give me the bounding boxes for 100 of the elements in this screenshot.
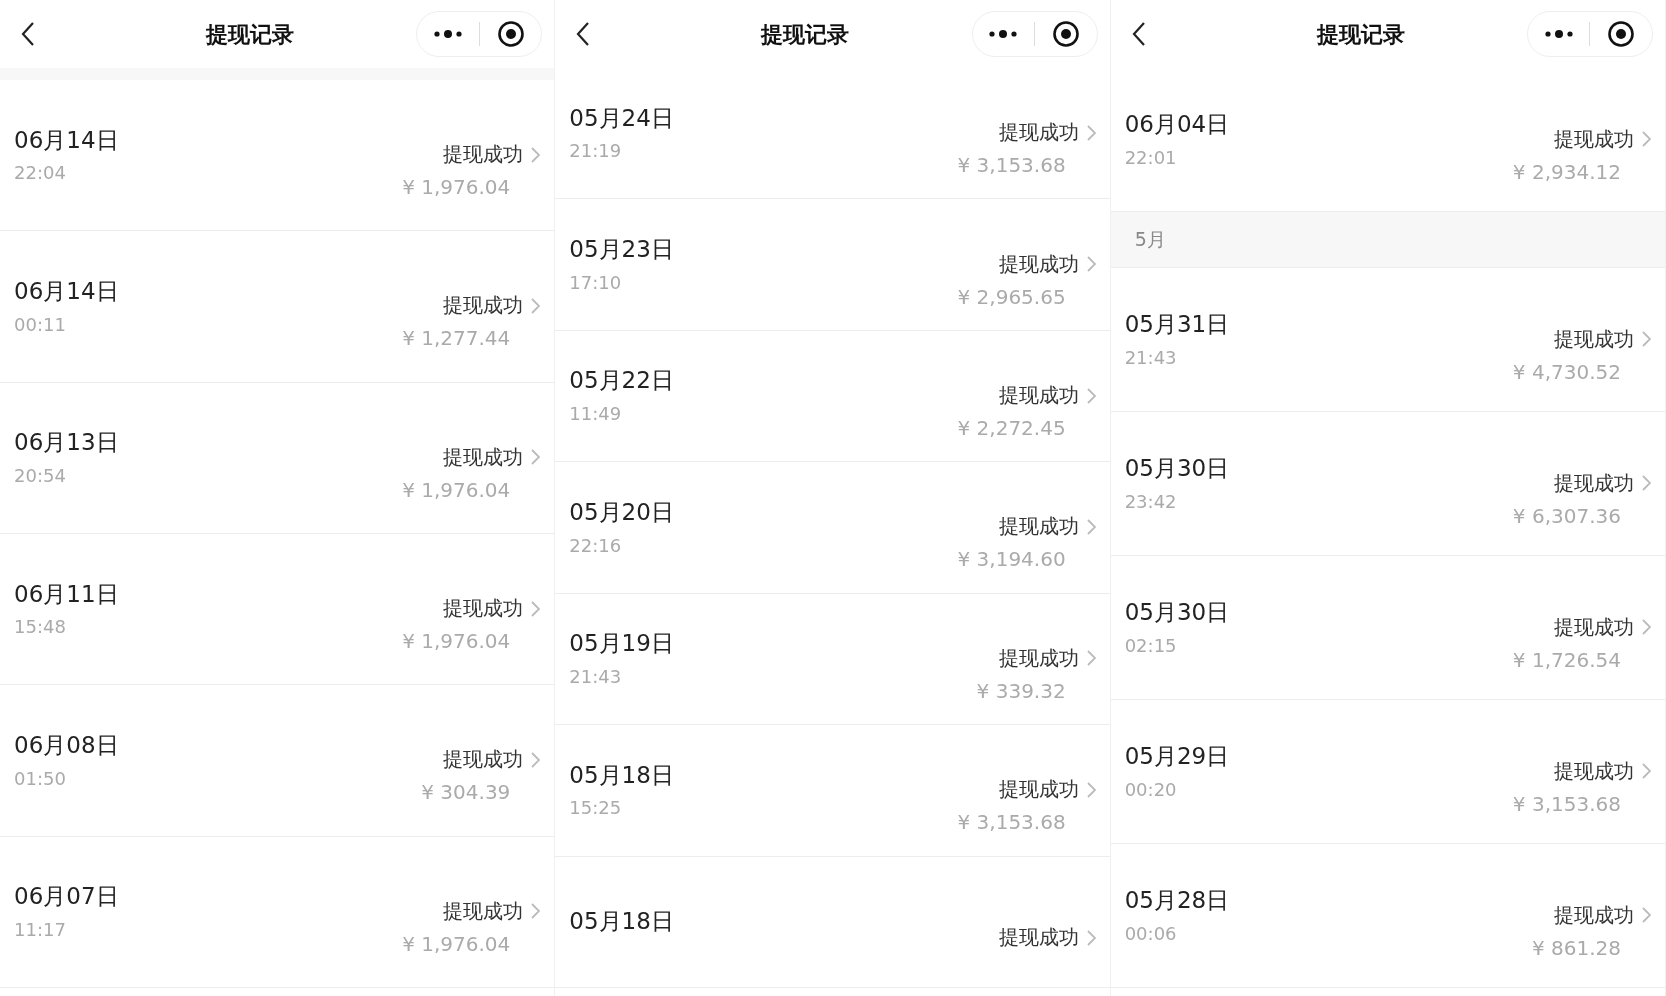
record-time: 22:16 — [569, 534, 623, 558]
record-status: 提现成功 — [443, 142, 524, 168]
target-icon — [496, 20, 525, 48]
chevron-right-icon — [1086, 518, 1096, 535]
record-time: 22:01 — [1124, 146, 1178, 170]
record-time: 11:17 — [14, 918, 67, 942]
record-amount: ¥ 3,194.60 — [957, 547, 1066, 573]
record-amount: ¥ 4,730.52 — [1512, 359, 1621, 385]
record-status: 提现成功 — [998, 251, 1079, 277]
record-date: 06月14日 — [14, 125, 119, 155]
more-icon — [988, 29, 1019, 39]
record-time: 15:25 — [569, 797, 623, 820]
back-icon — [21, 21, 35, 47]
record-time: 00:11 — [14, 313, 67, 337]
back-icon — [1131, 21, 1146, 47]
record-date: 05月30日 — [1124, 453, 1230, 483]
record-date: 05月30日 — [1124, 597, 1230, 627]
record-time: 00:06 — [1124, 922, 1178, 946]
chevron-right-icon — [1086, 124, 1096, 141]
page-title: 提现记录 — [206, 20, 295, 49]
record-status: 提现成功 — [998, 777, 1079, 803]
chevron-right-icon — [1642, 619, 1651, 635]
record-amount: ¥ 3,153.68 — [957, 810, 1066, 836]
record-date: 06月04日 — [1124, 109, 1230, 139]
record-date: 05月18日 — [569, 907, 674, 937]
record-status: 提现成功 — [998, 645, 1079, 671]
chevron-right-icon — [1642, 475, 1651, 491]
record-time: 00:20 — [1124, 778, 1178, 802]
record-amount: ¥ 861.28 — [1531, 935, 1621, 961]
record-status: 提现成功 — [443, 293, 524, 319]
record-amount: ¥ 1,277.44 — [402, 326, 511, 352]
record-amount: ¥ 3,153.68 — [957, 153, 1066, 179]
record-time: 15:48 — [14, 616, 67, 639]
page-title: 提现记录 — [761, 20, 850, 49]
record-time: 17:10 — [569, 271, 623, 295]
record-date: 05月19日 — [569, 629, 674, 658]
back-icon — [576, 21, 591, 47]
record-amount: ¥ 3,153.68 — [1512, 791, 1621, 817]
record-amount: ¥ 2,965.65 — [957, 284, 1066, 310]
chevron-right-icon — [531, 146, 541, 163]
record-status: 提现成功 — [443, 444, 524, 470]
record-amount: ¥ 6,307.36 — [1512, 503, 1621, 529]
record-date: 06月14日 — [14, 276, 119, 306]
chevron-right-icon — [531, 751, 541, 768]
record-time: 20:54 — [14, 464, 67, 488]
record-time: 02:15 — [1124, 634, 1178, 658]
record-status: 提现成功 — [443, 898, 524, 924]
record-status: 提现成功 — [1554, 326, 1634, 352]
chevron-right-icon — [531, 903, 541, 920]
chevron-right-icon — [1642, 331, 1651, 347]
record-status: 提现成功 — [998, 383, 1079, 409]
record-date: 05月24日 — [569, 103, 674, 133]
record-status: 提现成功 — [998, 925, 1079, 951]
record-time: 11:49 — [569, 403, 623, 426]
record-date: 05月22日 — [569, 366, 674, 396]
record-amount: ¥ 304.39 — [421, 780, 511, 806]
chevron-right-icon — [1642, 131, 1651, 147]
record-amount: ¥ 339.32 — [976, 678, 1066, 704]
record-time: 21:19 — [569, 140, 623, 163]
record-status: 提现成功 — [443, 596, 524, 622]
record-time: 21:43 — [569, 666, 623, 689]
record-status: 提现成功 — [1554, 758, 1634, 784]
record-status: 提现成功 — [443, 747, 524, 773]
record-amount: ¥ 1,726.54 — [1512, 647, 1621, 673]
target-icon — [1607, 20, 1636, 48]
record-time: 21:43 — [1124, 346, 1178, 370]
record-date: 06月13日 — [14, 428, 119, 457]
record-status: 提现成功 — [1554, 126, 1634, 152]
record-status: 提现成功 — [998, 514, 1079, 540]
record-status: 提现成功 — [1554, 470, 1634, 496]
page-title: 提现记录 — [1316, 20, 1405, 49]
chevron-right-icon — [1086, 387, 1096, 404]
record-date: 05月31日 — [1124, 309, 1230, 339]
record-date: 05月28日 — [1124, 885, 1230, 915]
chevron-right-icon — [1086, 650, 1096, 667]
record-time: 23:42 — [1124, 490, 1178, 514]
chevron-right-icon — [531, 298, 541, 314]
chevron-right-icon — [531, 449, 541, 466]
record-date: 05月18日 — [569, 760, 674, 790]
chevron-right-icon — [1086, 256, 1096, 273]
more-icon — [433, 29, 464, 39]
record-amount: ¥ 1,976.04 — [402, 175, 511, 201]
record-amount: ¥ 1,976.04 — [402, 629, 511, 655]
record-time: 01:50 — [14, 767, 67, 791]
chevron-right-icon — [1086, 929, 1096, 946]
record-time: 22:04 — [14, 162, 67, 185]
month-label: 5月 — [1134, 227, 1166, 253]
record-amount: ¥ 2,934.12 — [1512, 159, 1621, 185]
record-status: 提现成功 — [1554, 614, 1634, 640]
chevron-right-icon — [1642, 907, 1651, 923]
record-date: 06月07日 — [14, 882, 119, 911]
record-date: 06月11日 — [14, 579, 119, 609]
record-date: 06月08日 — [14, 730, 119, 760]
record-date: 05月23日 — [569, 235, 674, 264]
target-icon — [1051, 20, 1080, 48]
record-amount: ¥ 1,976.04 — [402, 477, 511, 503]
record-amount: ¥ 2,272.45 — [957, 416, 1066, 442]
more-icon — [1543, 29, 1574, 39]
record-date: 05月29日 — [1124, 741, 1230, 771]
record-status: 提现成功 — [1554, 902, 1634, 928]
